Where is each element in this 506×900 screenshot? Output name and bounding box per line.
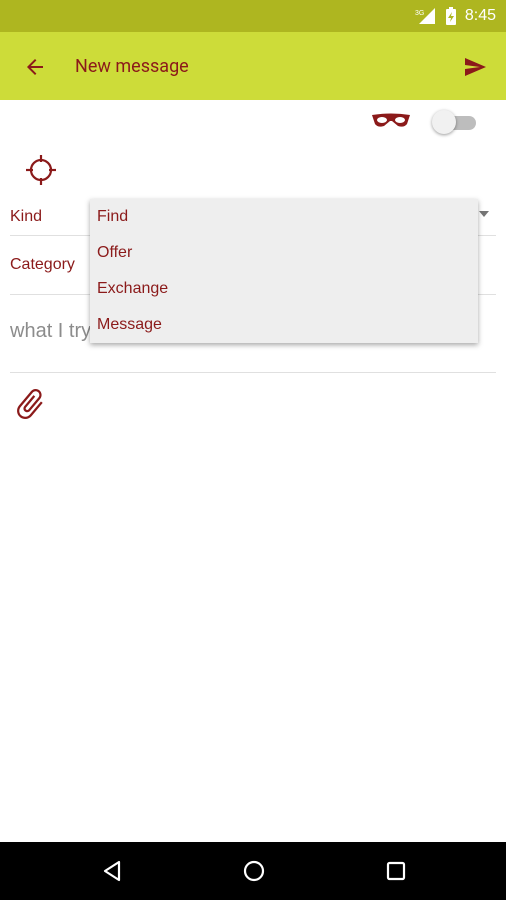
text-divider <box>10 372 496 373</box>
svg-text:3G: 3G <box>415 10 424 17</box>
send-icon <box>465 58 486 76</box>
dropdown-item-offer[interactable]: Offer <box>90 235 478 271</box>
navigation-bar <box>0 842 506 900</box>
back-button[interactable] <box>20 52 50 82</box>
nav-recents-button[interactable] <box>381 856 411 886</box>
kind-label: Kind <box>10 208 43 225</box>
nav-back-button[interactable] <box>97 856 127 886</box>
page-title: New message <box>75 56 189 77</box>
battery-icon <box>445 7 456 25</box>
nav-recents-icon <box>386 861 406 881</box>
dropdown-item-exchange[interactable]: Exchange <box>90 271 478 307</box>
network-icon: 3G <box>415 8 435 24</box>
paperclip-icon[interactable] <box>12 386 48 422</box>
nav-back-icon <box>103 860 121 882</box>
back-arrow-icon <box>27 59 43 75</box>
category-label: Category <box>10 256 75 273</box>
toggle-thumb <box>432 110 456 134</box>
status-bar: 3G 8:45 <box>0 0 506 32</box>
app-bar: New message <box>0 32 506 100</box>
location-target-icon[interactable] <box>24 153 58 187</box>
anonymous-toggle[interactable] <box>432 108 478 136</box>
send-button[interactable] <box>460 52 490 82</box>
dropdown-item-message[interactable]: Message <box>90 307 478 343</box>
nav-home-icon <box>243 860 265 882</box>
nav-home-button[interactable] <box>239 856 269 886</box>
kind-dropdown-menu: Find Offer Exchange Message <box>90 199 478 343</box>
status-icons: 3G 8:45 <box>415 0 496 32</box>
dropdown-item-find[interactable]: Find <box>90 199 478 235</box>
message-text-input[interactable]: what I try <box>10 320 91 343</box>
status-time: 8:45 <box>464 7 496 24</box>
kind-dropdown-caret[interactable] <box>479 211 489 217</box>
mask-icon[interactable] <box>371 112 411 130</box>
